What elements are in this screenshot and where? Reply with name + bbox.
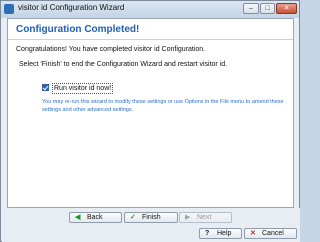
- back-button[interactable]: ◀ Back: [69, 212, 122, 223]
- title-bar[interactable]: visitor id Configuration Wizard – □ ✕: [1, 1, 299, 18]
- finish-label: Finish: [142, 214, 161, 221]
- x-icon: ✕: [250, 230, 256, 237]
- arrow-left-icon: ◀: [75, 214, 81, 221]
- run-now-label[interactable]: Run visitor id now!: [52, 83, 114, 94]
- cancel-label: Cancel: [262, 230, 284, 237]
- maximize-button[interactable]: □: [260, 3, 275, 14]
- button-bar: ◀ Back ✓ Finish ▶ Next ? Help ✕ Cancel: [2, 208, 300, 242]
- cancel-button[interactable]: ✕ Cancel: [244, 228, 297, 239]
- minimize-button[interactable]: –: [243, 3, 259, 14]
- window-title: visitor id Configuration Wizard: [18, 3, 125, 12]
- close-button[interactable]: ✕: [276, 3, 297, 14]
- finish-button[interactable]: ✓ Finish: [124, 212, 178, 223]
- back-label: Back: [87, 214, 103, 221]
- check-icon: ✓: [130, 214, 136, 221]
- instruction-text: Select 'Finish' to end the Configuration…: [19, 61, 228, 68]
- question-icon: ?: [205, 230, 210, 237]
- page-title: Configuration Completed!: [16, 24, 140, 35]
- app-icon: [4, 4, 14, 14]
- run-now-checkbox[interactable]: [42, 84, 49, 91]
- help-label: Help: [217, 230, 232, 237]
- divider: [8, 39, 293, 40]
- arrow-right-icon: ▶: [185, 214, 191, 221]
- help-button[interactable]: ? Help: [199, 228, 242, 239]
- wizard-content-panel: Configuration Completed! Congratulations…: [7, 18, 294, 208]
- next-button[interactable]: ▶ Next: [179, 212, 232, 223]
- wizard-window: visitor id Configuration Wizard – □ ✕ Co…: [0, 0, 300, 242]
- next-label: Next: [197, 214, 212, 221]
- info-note: You may re-run this wizard to modify the…: [42, 99, 284, 113]
- congratulations-text: Congratulations! You have completed visi…: [16, 46, 206, 53]
